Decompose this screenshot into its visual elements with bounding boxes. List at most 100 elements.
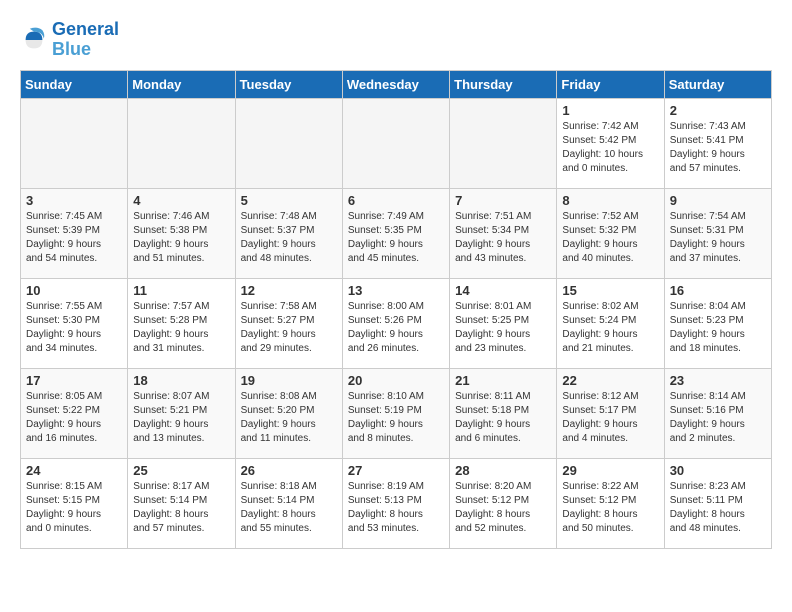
cell-info: Sunrise: 8:07 AM Sunset: 5:21 PM Dayligh…	[133, 390, 229, 446]
logo-icon	[20, 26, 48, 54]
calendar-header-row: SundayMondayTuesdayWednesdayThursdayFrid…	[21, 70, 772, 98]
day-number: 18	[133, 373, 229, 388]
cell-info: Sunrise: 8:17 AM Sunset: 5:14 PM Dayligh…	[133, 480, 229, 536]
weekday-header-monday: Monday	[128, 70, 235, 98]
calendar-table: SundayMondayTuesdayWednesdayThursdayFrid…	[20, 70, 772, 549]
calendar-cell: 27 Sunrise: 8:19 AM Sunset: 5:13 PM Dayli…	[342, 458, 449, 548]
calendar-cell: 21Sunrise: 8:11 AM Sunset: 5:18 PM Dayli…	[450, 368, 557, 458]
page-header: GeneralBlue	[20, 20, 772, 60]
cell-info: Sunrise: 8:01 AM Sunset: 5:25 PM Dayligh…	[455, 300, 551, 356]
logo: GeneralBlue	[20, 20, 119, 60]
cell-info: Sunrise: 7:55 AM Sunset: 5:30 PM Dayligh…	[26, 300, 122, 356]
calendar-cell: 9Sunrise: 7:54 AM Sunset: 5:31 PM Daylig…	[664, 188, 771, 278]
day-number: 9	[670, 193, 766, 208]
calendar-cell: 11 Sunrise: 7:57 AM Sunset: 5:28 PM Dayli…	[128, 278, 235, 368]
calendar-cell	[342, 98, 449, 188]
day-number: 5	[241, 193, 337, 208]
day-number: 30	[670, 463, 766, 478]
day-number: 20	[348, 373, 444, 388]
weekday-header-wednesday: Wednesday	[342, 70, 449, 98]
calendar-cell: 16 Sunrise: 8:04 AM Sunset: 5:23 PM Dayli…	[664, 278, 771, 368]
cell-info: Sunrise: 7:49 AM Sunset: 5:35 PM Dayligh…	[348, 210, 444, 266]
calendar-cell: 1 Sunrise: 7:42 AM Sunset: 5:42 PM Daylig…	[557, 98, 664, 188]
cell-info: Sunrise: 8:18 AM Sunset: 5:14 PM Dayligh…	[241, 480, 337, 536]
day-number: 7	[455, 193, 551, 208]
calendar-cell: 7 Sunrise: 7:51 AM Sunset: 5:34 PM Daylig…	[450, 188, 557, 278]
calendar-cell: 13 Sunrise: 8:00 AM Sunset: 5:26 PM Dayli…	[342, 278, 449, 368]
cell-info: Sunrise: 7:45 AM Sunset: 5:39 PM Dayligh…	[26, 210, 122, 266]
day-number: 17	[26, 373, 122, 388]
calendar-cell: 26 Sunrise: 8:18 AM Sunset: 5:14 PM Dayli…	[235, 458, 342, 548]
day-number: 28	[455, 463, 551, 478]
cell-info: Sunrise: 8:15 AM Sunset: 5:15 PM Dayligh…	[26, 480, 122, 536]
calendar-cell	[235, 98, 342, 188]
day-number: 19	[241, 373, 337, 388]
calendar-cell: 5 Sunrise: 7:48 AM Sunset: 5:37 PM Daylig…	[235, 188, 342, 278]
calendar-cell: 29Sunrise: 8:22 AM Sunset: 5:12 PM Dayli…	[557, 458, 664, 548]
calendar-cell: 18 Sunrise: 8:07 AM Sunset: 5:21 PM Dayli…	[128, 368, 235, 458]
day-number: 13	[348, 283, 444, 298]
day-number: 1	[562, 103, 658, 118]
calendar-cell: 6 Sunrise: 7:49 AM Sunset: 5:35 PM Daylig…	[342, 188, 449, 278]
cell-info: Sunrise: 7:42 AM Sunset: 5:42 PM Dayligh…	[562, 120, 658, 176]
day-number: 22	[562, 373, 658, 388]
calendar-cell: 15 Sunrise: 8:02 AM Sunset: 5:24 PM Dayli…	[557, 278, 664, 368]
cell-info: Sunrise: 8:04 AM Sunset: 5:23 PM Dayligh…	[670, 300, 766, 356]
cell-info: Sunrise: 7:48 AM Sunset: 5:37 PM Dayligh…	[241, 210, 337, 266]
calendar-cell: 28Sunrise: 8:20 AM Sunset: 5:12 PM Dayli…	[450, 458, 557, 548]
day-number: 10	[26, 283, 122, 298]
cell-info: Sunrise: 8:05 AM Sunset: 5:22 PM Dayligh…	[26, 390, 122, 446]
cell-info: Sunrise: 8:02 AM Sunset: 5:24 PM Dayligh…	[562, 300, 658, 356]
calendar-cell: 20 Sunrise: 8:10 AM Sunset: 5:19 PM Dayli…	[342, 368, 449, 458]
day-number: 11	[133, 283, 229, 298]
day-number: 16	[670, 283, 766, 298]
calendar-cell: 22 Sunrise: 8:12 AM Sunset: 5:17 PM Dayli…	[557, 368, 664, 458]
day-number: 3	[26, 193, 122, 208]
cell-info: Sunrise: 8:10 AM Sunset: 5:19 PM Dayligh…	[348, 390, 444, 446]
calendar-week-5: 24 Sunrise: 8:15 AM Sunset: 5:15 PM Dayli…	[21, 458, 772, 548]
calendar-cell: 19 Sunrise: 8:08 AM Sunset: 5:20 PM Dayli…	[235, 368, 342, 458]
cell-info: Sunrise: 7:51 AM Sunset: 5:34 PM Dayligh…	[455, 210, 551, 266]
calendar-week-3: 10 Sunrise: 7:55 AM Sunset: 5:30 PM Dayli…	[21, 278, 772, 368]
day-number: 26	[241, 463, 337, 478]
calendar-cell	[450, 98, 557, 188]
cell-info: Sunrise: 8:22 AM Sunset: 5:12 PM Dayligh…	[562, 480, 658, 536]
day-number: 2	[670, 103, 766, 118]
calendar-week-1: 1 Sunrise: 7:42 AM Sunset: 5:42 PM Daylig…	[21, 98, 772, 188]
logo-text: GeneralBlue	[52, 20, 119, 60]
day-number: 15	[562, 283, 658, 298]
calendar-week-2: 3 Sunrise: 7:45 AM Sunset: 5:39 PM Daylig…	[21, 188, 772, 278]
cell-info: Sunrise: 7:52 AM Sunset: 5:32 PM Dayligh…	[562, 210, 658, 266]
day-number: 4	[133, 193, 229, 208]
weekday-header-thursday: Thursday	[450, 70, 557, 98]
cell-info: Sunrise: 7:58 AM Sunset: 5:27 PM Dayligh…	[241, 300, 337, 356]
day-number: 6	[348, 193, 444, 208]
calendar-cell: 30 Sunrise: 8:23 AM Sunset: 5:11 PM Dayli…	[664, 458, 771, 548]
day-number: 24	[26, 463, 122, 478]
cell-info: Sunrise: 8:12 AM Sunset: 5:17 PM Dayligh…	[562, 390, 658, 446]
day-number: 12	[241, 283, 337, 298]
calendar-cell: 17 Sunrise: 8:05 AM Sunset: 5:22 PM Dayli…	[21, 368, 128, 458]
calendar-cell: 2Sunrise: 7:43 AM Sunset: 5:41 PM Daylig…	[664, 98, 771, 188]
cell-info: Sunrise: 8:08 AM Sunset: 5:20 PM Dayligh…	[241, 390, 337, 446]
calendar-cell: 12 Sunrise: 7:58 AM Sunset: 5:27 PM Dayli…	[235, 278, 342, 368]
cell-info: Sunrise: 8:00 AM Sunset: 5:26 PM Dayligh…	[348, 300, 444, 356]
calendar-week-4: 17 Sunrise: 8:05 AM Sunset: 5:22 PM Dayli…	[21, 368, 772, 458]
calendar-cell: 24 Sunrise: 8:15 AM Sunset: 5:15 PM Dayli…	[21, 458, 128, 548]
weekday-header-friday: Friday	[557, 70, 664, 98]
weekday-header-tuesday: Tuesday	[235, 70, 342, 98]
weekday-header-saturday: Saturday	[664, 70, 771, 98]
cell-info: Sunrise: 8:19 AM Sunset: 5:13 PM Dayligh…	[348, 480, 444, 536]
calendar-cell: 4 Sunrise: 7:46 AM Sunset: 5:38 PM Daylig…	[128, 188, 235, 278]
day-number: 21	[455, 373, 551, 388]
cell-info: Sunrise: 7:46 AM Sunset: 5:38 PM Dayligh…	[133, 210, 229, 266]
weekday-header-sunday: Sunday	[21, 70, 128, 98]
calendar-cell: 8Sunrise: 7:52 AM Sunset: 5:32 PM Daylig…	[557, 188, 664, 278]
cell-info: Sunrise: 7:57 AM Sunset: 5:28 PM Dayligh…	[133, 300, 229, 356]
calendar-cell: 3 Sunrise: 7:45 AM Sunset: 5:39 PM Daylig…	[21, 188, 128, 278]
cell-info: Sunrise: 8:14 AM Sunset: 5:16 PM Dayligh…	[670, 390, 766, 446]
day-number: 14	[455, 283, 551, 298]
day-number: 27	[348, 463, 444, 478]
cell-info: Sunrise: 8:23 AM Sunset: 5:11 PM Dayligh…	[670, 480, 766, 536]
calendar-cell: 23Sunrise: 8:14 AM Sunset: 5:16 PM Dayli…	[664, 368, 771, 458]
